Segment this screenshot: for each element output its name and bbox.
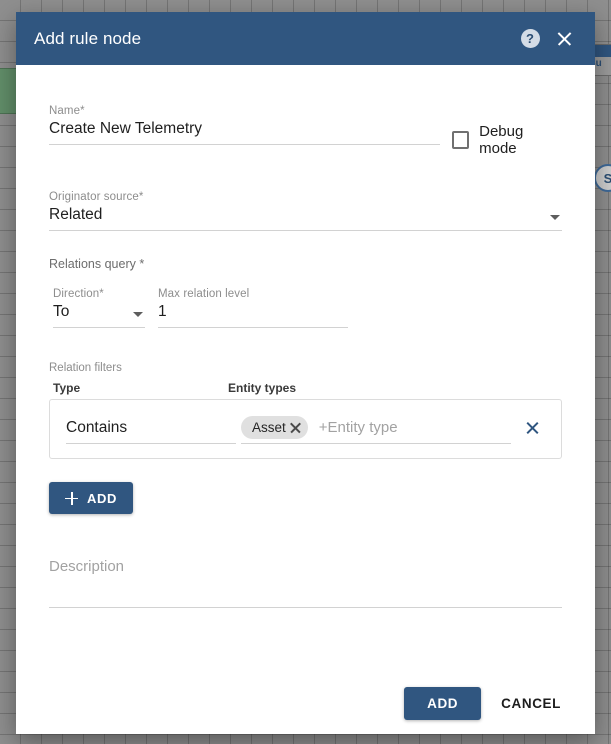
- originator-source-value: Related: [49, 206, 102, 223]
- description-input[interactable]: Description: [49, 558, 562, 608]
- relation-filters-section: Relation filters Type Entity types Conta…: [49, 362, 562, 514]
- relations-query-title: Relations query *: [49, 257, 562, 271]
- relations-query-row: Direction* To Max relation level 1: [49, 288, 562, 328]
- name-label: Name*: [49, 105, 440, 117]
- spacer-after-relations: [49, 328, 562, 362]
- cancel-button[interactable]: CANCEL: [489, 687, 573, 720]
- direction-value: To: [53, 303, 69, 320]
- add-rule-node-dialog: Add rule node ? Name* Create New Telemet…: [16, 12, 595, 734]
- help-button[interactable]: ?: [513, 22, 547, 56]
- originator-source-label-text: Originator source: [49, 191, 139, 203]
- chevron-down-icon: [133, 312, 143, 317]
- dialog-footer: ADD CANCEL: [16, 672, 595, 734]
- relations-query-section: Relations query * Direction* To Max rela…: [49, 257, 562, 328]
- spacer-after-originator: [49, 231, 562, 257]
- debug-mode-group[interactable]: Debug mode: [452, 123, 562, 157]
- entity-type-chip-label: Asset: [252, 420, 286, 435]
- max-relation-level-group: Max relation level 1: [158, 288, 348, 328]
- submit-add-button[interactable]: ADD: [404, 687, 481, 720]
- dialog-body: Name* Create New Telemetry Debug mode Or…: [16, 65, 595, 672]
- add-relation-filter-button[interactable]: ADD: [49, 482, 133, 514]
- close-icon: [525, 420, 540, 435]
- relation-filters-header: Type Entity types: [49, 381, 562, 399]
- close-icon: [556, 30, 573, 47]
- chevron-down-icon: [550, 215, 560, 220]
- originator-source-label: Originator source*: [49, 191, 562, 203]
- direction-group: Direction* To: [53, 288, 145, 328]
- direction-select[interactable]: To: [53, 303, 145, 328]
- name-input[interactable]: Create New Telemetry: [49, 120, 440, 145]
- entity-type-chip[interactable]: Asset: [241, 416, 308, 439]
- direction-required-mark: *: [99, 288, 104, 300]
- add-relation-filter-label: ADD: [87, 491, 117, 506]
- delete-filter-row-button[interactable]: [515, 410, 549, 444]
- spacer-after-name: [49, 157, 562, 191]
- max-relation-level-input[interactable]: 1: [158, 303, 348, 328]
- name-row: Name* Create New Telemetry Debug mode: [49, 105, 562, 157]
- column-header-entity-types: Entity types: [228, 381, 562, 395]
- direction-label-text: Direction: [53, 288, 99, 300]
- direction-label: Direction*: [53, 288, 145, 300]
- column-header-type: Type: [53, 381, 228, 395]
- originator-source-required-mark: *: [139, 191, 144, 203]
- debug-mode-label: Debug mode: [479, 123, 562, 157]
- close-button[interactable]: [547, 22, 581, 56]
- plus-icon: [65, 492, 78, 505]
- relation-filter-entity-types-input[interactable]: Asset +Entity type: [241, 416, 511, 444]
- canvas-link-badge[interactable]: S: [594, 164, 611, 192]
- originator-source-select[interactable]: Related: [49, 206, 562, 231]
- relation-filters-card: Contains Asset +Entity type: [49, 399, 562, 459]
- name-label-text: Name: [49, 105, 80, 117]
- dialog-header: Add rule node ?: [16, 12, 595, 65]
- name-required-mark: *: [80, 105, 85, 117]
- dialog-title: Add rule node: [34, 29, 513, 49]
- originator-source-group: Originator source* Related: [49, 191, 562, 231]
- relation-filter-type-input[interactable]: Contains: [66, 419, 236, 444]
- debug-mode-checkbox[interactable]: [452, 131, 470, 149]
- max-relation-level-label: Max relation level: [158, 288, 348, 300]
- entity-type-placeholder: +Entity type: [319, 419, 398, 436]
- chip-remove-icon[interactable]: [289, 421, 302, 434]
- relation-filter-row: Contains Asset +Entity type: [62, 410, 549, 444]
- name-field-group: Name* Create New Telemetry: [49, 105, 440, 145]
- help-icon: ?: [521, 29, 540, 48]
- relation-filters-label: Relation filters: [49, 362, 562, 374]
